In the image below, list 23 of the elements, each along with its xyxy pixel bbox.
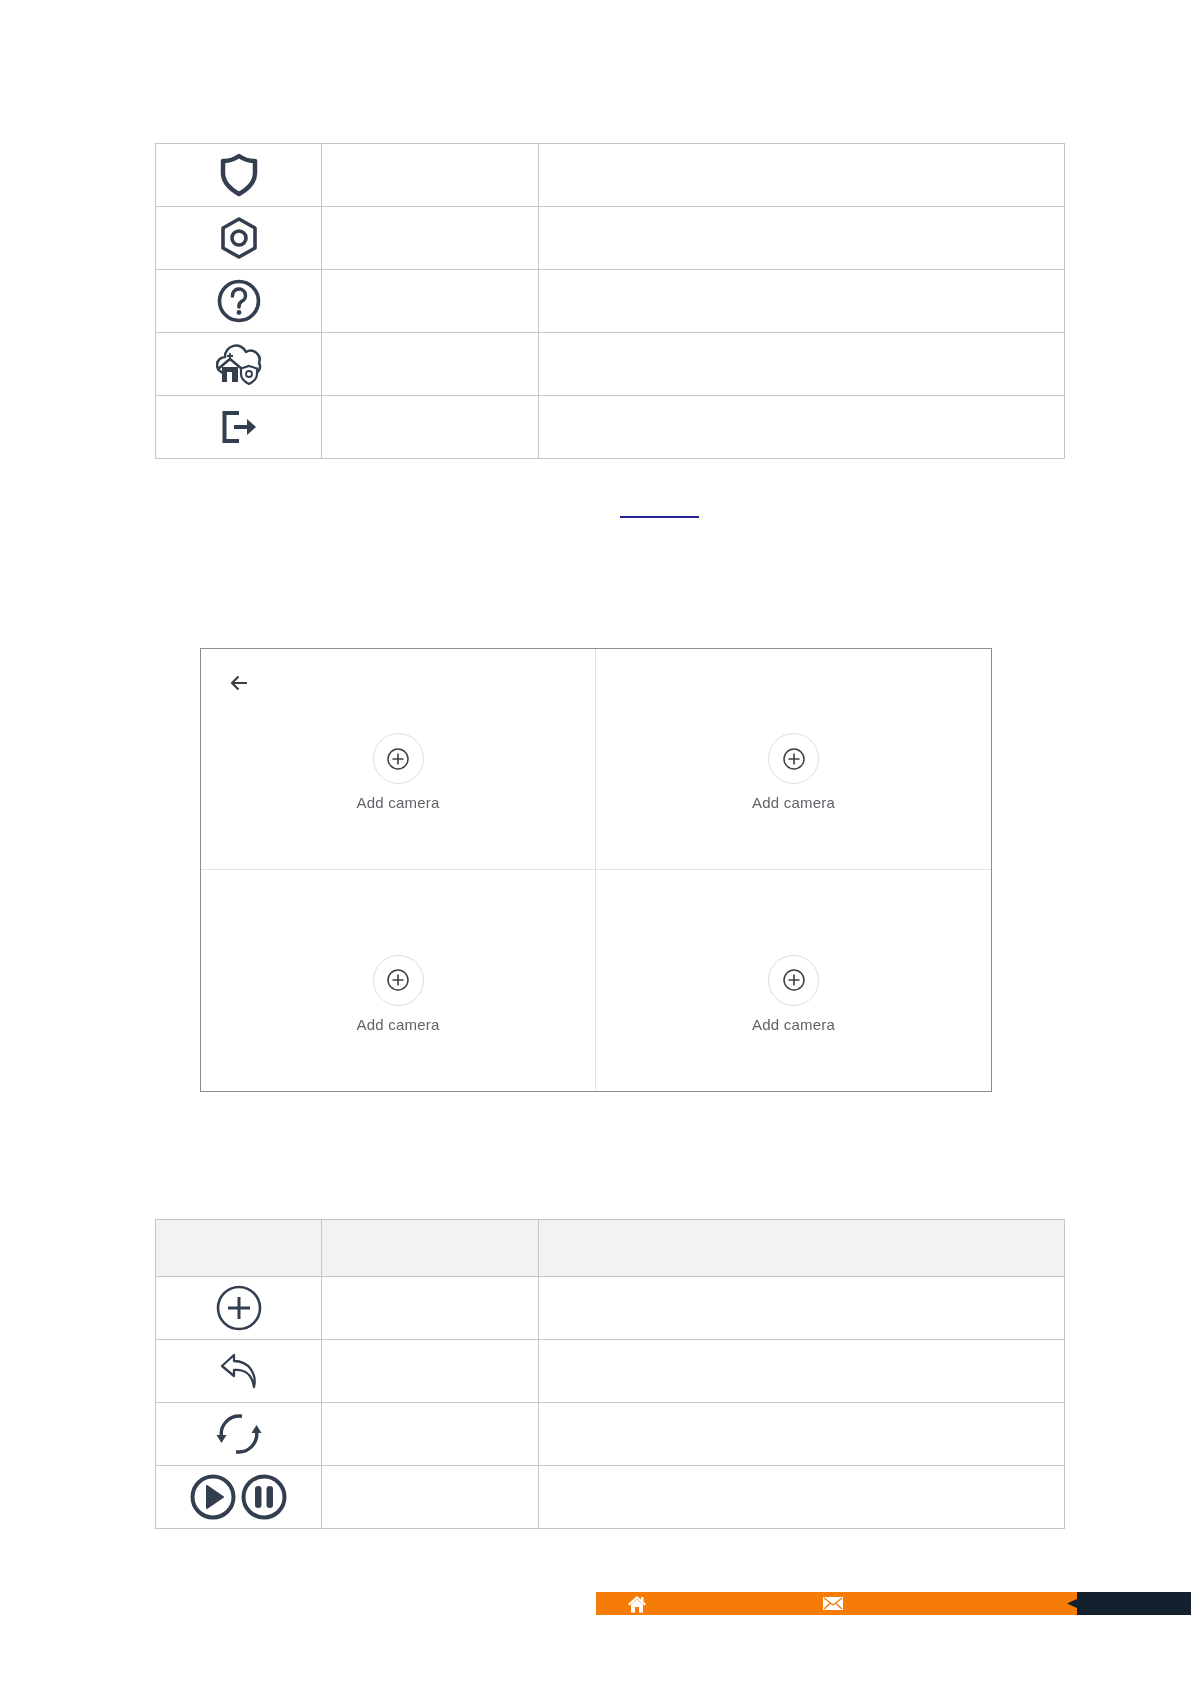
add-camera-label: Add camera [356, 1015, 440, 1034]
plus-circle-icon [782, 747, 805, 770]
plus-circle-icon [387, 747, 409, 770]
add-camera-label: Add camera [752, 1015, 835, 1034]
add-camera-button[interactable] [768, 954, 819, 1006]
hexagon-nut-icon [219, 217, 258, 259]
question-mark-icon [216, 279, 261, 323]
play-icon [190, 1474, 236, 1520]
plus-circle-icon [782, 969, 805, 991]
mail-icon[interactable] [823, 1597, 843, 1610]
add-camera-label: Add camera [356, 794, 440, 812]
shield-icon [219, 153, 258, 197]
plus-circle-icon [215, 1285, 262, 1331]
pause-icon [241, 1474, 287, 1520]
refresh-icon [214, 1414, 263, 1454]
back-arrow-icon[interactable] [230, 675, 248, 691]
add-camera-button[interactable] [768, 733, 819, 784]
reply-arrow-icon [219, 1352, 258, 1390]
add-camera-button[interactable] [372, 733, 424, 784]
plus-circle-icon [387, 969, 409, 991]
add-camera-label: Add camera [752, 794, 835, 812]
home-icon[interactable] [627, 1594, 647, 1613]
cloud-house-icon [215, 343, 262, 385]
